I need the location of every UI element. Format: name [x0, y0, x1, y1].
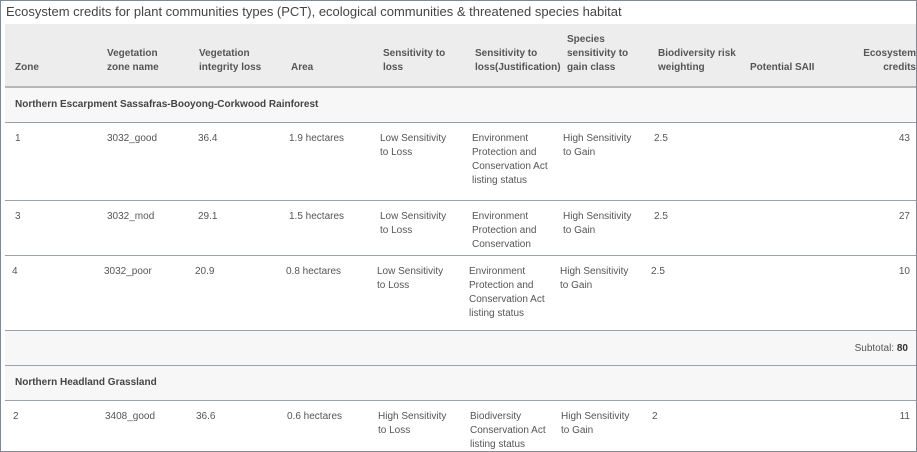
cell-justification: Environment Protection and Conservation … [469, 266, 545, 319]
ecosystem-credits-panel: Ecosystem credits for plant communities … [0, 0, 917, 452]
col-sensitivity-justification[interactable]: Sensitivity to loss(Justification) [475, 47, 563, 75]
cell-risk-weighting: 2 [652, 411, 658, 422]
cell-risk-weighting: 2.5 [651, 266, 665, 277]
table-row[interactable]: 1 3032_good 36.4 1.9 hectares Low Sensit… [5, 123, 916, 201]
table-row[interactable]: 2 3408_good 36.6 0.6 hectares High Sensi… [5, 401, 916, 451]
cell-credits: 43 [898, 133, 910, 144]
col-species-sensitivity-gain[interactable]: Species sensitivity to gain class [567, 33, 639, 75]
cell-veg-zone-name: 3408_good [105, 411, 156, 422]
cell-sensitivity: Low Sensitivity to Loss [377, 266, 444, 291]
group-name: Northern Headland Grassland [15, 377, 157, 388]
cell-zone: 4 [12, 266, 18, 277]
table-row[interactable]: 4 3032_poor 20.9 0.8 hectares Low Sensit… [5, 256, 916, 331]
cell-gain-class: High Sensitivity to Gain [563, 133, 632, 158]
table-header: Zone Vegetation zone name Vegetation int… [5, 24, 916, 88]
subtotal-label: Subtotal: [854, 343, 895, 354]
subtotal-row: Subtotal: 80 [5, 331, 916, 366]
cell-zone: 1 [15, 133, 21, 144]
cell-risk-weighting: 2.5 [654, 133, 668, 144]
cell-credits: 10 [898, 266, 910, 277]
cell-area: 0.6 hectares [287, 411, 343, 422]
subtotal: Subtotal: 80 [855, 343, 908, 354]
cell-gain-class: High Sensitivity to Gain [560, 266, 629, 291]
cell-integrity-loss: 20.9 [195, 266, 215, 277]
cell-veg-zone-name: 3032_poor [104, 266, 152, 277]
table-row[interactable]: 3 3032_mod 29.1 1.5 hectares Low Sensiti… [5, 201, 916, 256]
subtotal-value: 80 [896, 343, 908, 354]
cell-veg-zone-name: 3032_mod [107, 211, 155, 222]
col-ecosystem-credits[interactable]: Ecosystem credits [850, 47, 916, 75]
group-name: Northern Escarpment Sassafras-Booyong-Co… [15, 99, 319, 110]
cell-sensitivity: Low Sensitivity to Loss [380, 211, 447, 236]
cell-integrity-loss: 36.4 [198, 133, 218, 144]
col-sensitivity-to-loss[interactable]: Sensitivity to loss [383, 47, 453, 75]
cell-sensitivity: Low Sensitivity to Loss [380, 133, 447, 158]
credits-table: Zone Vegetation zone name Vegetation int… [5, 24, 916, 451]
cell-gain-class: High Sensitivity to Gain [561, 411, 630, 436]
cell-area: 1.5 hectares [289, 211, 345, 222]
col-area[interactable]: Area [291, 61, 351, 75]
col-vegetation-zone-name[interactable]: Vegetation zone name [107, 47, 177, 75]
cell-credits: 27 [898, 211, 910, 222]
cell-area: 0.8 hectares [286, 266, 342, 277]
col-vegetation-integrity-loss[interactable]: Vegetation integrity loss [199, 47, 279, 75]
cell-area: 1.9 hectares [289, 133, 345, 144]
group-header-row: Northern Escarpment Sassafras-Booyong-Co… [5, 88, 916, 123]
col-potential-saii[interactable]: Potential SAII [750, 61, 830, 75]
col-biodiversity-risk[interactable]: Biodiversity risk weighting [658, 47, 743, 75]
cell-zone: 2 [13, 411, 19, 422]
cell-zone: 3 [15, 211, 21, 222]
cell-credits: 11 [899, 411, 910, 422]
cell-integrity-loss: 29.1 [198, 211, 218, 222]
cell-gain-class: High Sensitivity to Gain [563, 211, 632, 236]
col-zone[interactable]: Zone [15, 61, 75, 75]
cell-veg-zone-name: 3032_good [107, 133, 158, 144]
cell-integrity-loss: 36.6 [196, 411, 216, 422]
cell-justification: Environment Protection and Conservation … [472, 133, 548, 186]
cell-risk-weighting: 2.5 [654, 211, 668, 222]
group-header-row: Northern Headland Grassland [5, 366, 916, 401]
cell-sensitivity: High Sensitivity to Loss [378, 411, 447, 436]
cell-justification: Environment Protection and Conservation [472, 211, 537, 250]
panel-title: Ecosystem credits for plant communities … [6, 4, 622, 19]
cell-justification: Biodiversity Conservation Act listing st… [470, 411, 546, 450]
